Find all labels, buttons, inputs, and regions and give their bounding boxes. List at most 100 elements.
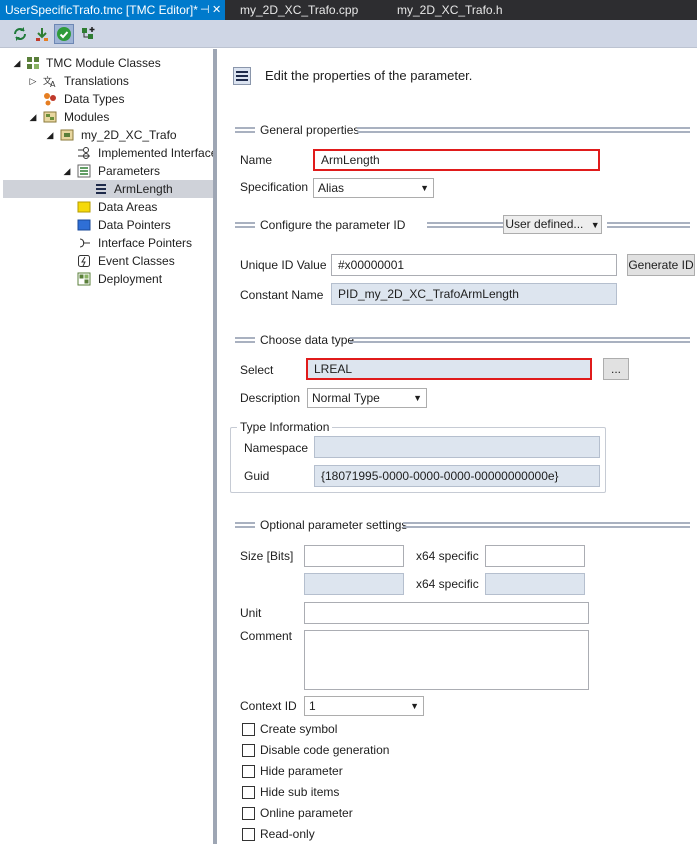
comment-textarea[interactable]: [304, 630, 589, 690]
specification-value: Alias: [318, 181, 345, 195]
tree-item-my-2d-xc-trafo[interactable]: ◢ my_2D_XC_Trafo: [0, 126, 213, 144]
x64-specific-label: x64 specific: [416, 549, 479, 563]
hide-sub-items-label: Hide sub items: [260, 785, 340, 799]
editor-toolbar: [0, 20, 697, 48]
name-label: Name: [240, 153, 273, 167]
parameter-icon: [233, 67, 251, 85]
x64-specific-label: x64 specific: [416, 577, 479, 591]
section-title: Configure the parameter ID: [260, 218, 406, 232]
generate-id-button[interactable]: Generate ID: [627, 254, 695, 276]
refresh-icon: [14, 27, 26, 41]
interface-pointers-icon: [79, 238, 90, 248]
name-input[interactable]: ArmLength: [313, 149, 600, 171]
expand-arrow-icon[interactable]: ◢: [62, 162, 72, 180]
event-classes-icon: [78, 255, 90, 267]
expand-arrow-icon[interactable]: ◢: [12, 54, 22, 72]
tab-label: my_2D_XC_Trafo.cpp: [240, 3, 359, 17]
tree-item-translations[interactable]: ▷ 文 A Translations: [0, 72, 213, 90]
unique-id-input[interactable]: #x00000001: [331, 254, 617, 276]
tree-item-parameters[interactable]: ◢ Parameters: [0, 162, 213, 180]
context-id-label: Context ID: [240, 699, 297, 713]
tree-item-event-classes[interactable]: Event Classes: [0, 252, 213, 270]
tmc-tree-view: ◢ TMC Module Classes ▷ 文 A Translations …: [0, 49, 223, 844]
section-general-properties: General properties: [235, 123, 690, 137]
tree-item-tmc-module-classes[interactable]: ◢ TMC Module Classes: [0, 54, 213, 72]
tree-item-implemented-interfaces[interactable]: Implemented Interfaces: [0, 144, 223, 162]
specification-select[interactable]: Alias ▼: [313, 178, 434, 198]
size-bits-input[interactable]: [304, 545, 404, 567]
close-icon[interactable]: ✕: [212, 0, 221, 20]
online-parameter-checkbox[interactable]: [242, 807, 255, 820]
data-pointers-icon: [77, 219, 91, 231]
unique-id-label: Unique ID Value: [240, 258, 327, 272]
disable-code-generation-label: Disable code generation: [260, 743, 390, 757]
expand-arrow-icon[interactable]: ◢: [28, 108, 38, 126]
read-only-label: Read-only: [260, 827, 315, 841]
unit-input[interactable]: [304, 602, 589, 624]
document-tab-strip: UserSpecificTrafo.tmc [TMC Editor]* ⊣ ✕ …: [0, 0, 697, 20]
tree-item-label: Interface Pointers: [98, 236, 193, 250]
tree-item-modules[interactable]: ◢ Modules: [0, 108, 213, 126]
tree-item-deployment[interactable]: Deployment: [0, 270, 213, 288]
constant-name-label: Constant Name: [240, 288, 324, 302]
tree-item-label: my_2D_XC_Trafo: [81, 128, 177, 142]
module-icon: [60, 129, 74, 141]
merge-button[interactable]: [32, 24, 52, 44]
tree-item-label: TMC Module Classes: [46, 56, 161, 70]
tree-item-interface-pointers[interactable]: Interface Pointers: [0, 234, 213, 252]
tree-item-data-areas[interactable]: Data Areas: [0, 198, 213, 216]
read-only-checkbox[interactable]: [242, 828, 255, 841]
description-label: Description: [240, 391, 301, 405]
tab-my-2d-xc-trafo-cpp[interactable]: my_2D_XC_Trafo.cpp: [240, 0, 380, 20]
hide-parameter-checkbox[interactable]: [242, 765, 255, 778]
tree-item-armlength[interactable]: ArmLength: [3, 180, 213, 198]
expand-arrow-icon[interactable]: ◢: [45, 126, 55, 144]
type-information-title: Type Information: [237, 420, 333, 434]
create-symbol-checkbox[interactable]: [242, 723, 255, 736]
id-mode-dropdown[interactable]: User defined... ▼: [503, 215, 602, 234]
check-icon: [57, 27, 71, 41]
parameter-icon: [96, 184, 106, 194]
check-button[interactable]: [54, 24, 74, 44]
tree-item-label: Parameters: [98, 164, 161, 178]
tree-item-data-pointers[interactable]: Data Pointers: [0, 216, 213, 234]
tree-item-label: Deployment: [98, 272, 163, 286]
refresh-button[interactable]: [10, 24, 30, 44]
unit-label: Unit: [240, 606, 262, 620]
tree-item-label: ArmLength: [114, 182, 173, 196]
browse-type-button[interactable]: ...: [603, 358, 629, 380]
tab-my-2d-xc-trafo-h[interactable]: my_2D_XC_Trafo.h: [397, 0, 527, 20]
pin-icon[interactable]: ⊣: [200, 0, 210, 20]
interface-icon: [78, 147, 90, 159]
data-areas-icon: [77, 201, 91, 213]
size-bits-x64-input[interactable]: [485, 545, 585, 567]
context-id-select[interactable]: 1 ▼: [304, 696, 424, 716]
collapse-arrow-icon[interactable]: ▷: [28, 72, 38, 90]
chevron-down-icon: ▼: [420, 183, 429, 193]
online-parameter-label: Online parameter: [260, 806, 353, 820]
tree-item-label: Event Classes: [98, 254, 175, 268]
tab-user-specific-trafo-tmc[interactable]: UserSpecificTrafo.tmc [TMC Editor]* ⊣ ✕: [0, 0, 225, 20]
tree-item-label: Implemented Interfaces: [98, 146, 224, 160]
size-bits-ro-field: [304, 573, 404, 595]
add-tree-button[interactable]: [78, 24, 98, 44]
namespace-field: [314, 436, 600, 458]
tree-item-label: Data Types: [64, 92, 125, 106]
description-select[interactable]: Normal Type ▼: [307, 388, 427, 408]
modules-icon: [43, 111, 57, 123]
data-type-field[interactable]: LREAL: [306, 358, 592, 380]
select-type-label: Select: [240, 363, 274, 377]
parameters-icon: [77, 164, 91, 178]
guid-label: Guid: [244, 469, 270, 483]
create-symbol-label: Create symbol: [260, 722, 338, 736]
namespace-label: Namespace: [244, 441, 309, 455]
disable-code-generation-checkbox[interactable]: [242, 744, 255, 757]
tree-item-data-types[interactable]: Data Types: [0, 90, 213, 108]
size-bits-label: Size [Bits]: [240, 549, 294, 563]
add-tree-icon: [82, 27, 95, 39]
comment-label: Comment: [240, 629, 293, 643]
hide-sub-items-checkbox[interactable]: [242, 786, 255, 799]
section-choose-data-type: Choose data type: [235, 333, 690, 347]
hide-parameter-label: Hide parameter: [260, 764, 343, 778]
data-types-icon: [44, 93, 56, 106]
